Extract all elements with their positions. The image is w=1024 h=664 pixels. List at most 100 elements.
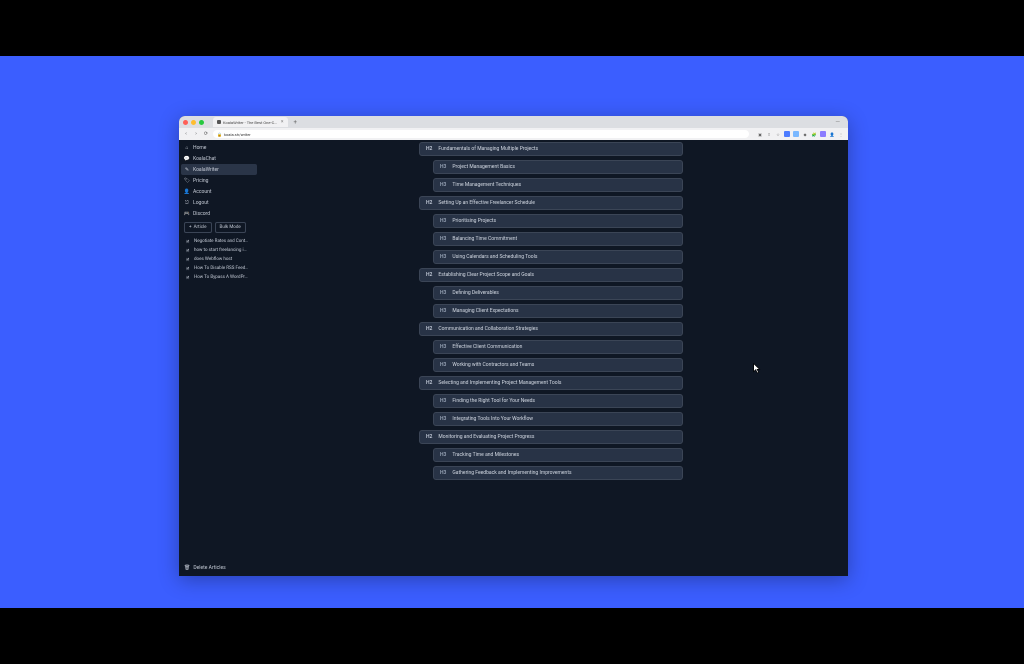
close-tab-icon[interactable]: × bbox=[281, 119, 284, 125]
lock-icon: 🔒 bbox=[217, 132, 222, 137]
trash-icon: 🗑 bbox=[184, 565, 190, 571]
close-window-icon[interactable] bbox=[183, 120, 188, 125]
extension-icon[interactable] bbox=[820, 131, 826, 137]
document-icon: 🗎 bbox=[186, 248, 191, 253]
outline-heading-row[interactable]: H3 Using Calendars and Scheduling Tools bbox=[433, 250, 683, 264]
back-button[interactable]: ‹ bbox=[183, 131, 189, 137]
heading-level-badge: H3 bbox=[440, 218, 446, 224]
article-title: how to start freelancing i… bbox=[194, 248, 247, 253]
browser-toolbar-right: ▣ ⇧ ☆ ◆ 🧩 👤 ⋮ bbox=[757, 131, 844, 137]
outline-heading-row[interactable]: H3Integrating Tools Into Your Workflow bbox=[433, 412, 683, 426]
extensions-menu-icon[interactable]: 🧩 bbox=[811, 131, 817, 137]
sidebar-item-pricing[interactable]: 🏷 Pricing bbox=[181, 175, 257, 186]
bookmark-icon[interactable]: ☆ bbox=[775, 131, 781, 137]
tab-overflow-icon[interactable]: — bbox=[835, 119, 844, 126]
url-field[interactable]: 🔒 koala.sh/writer bbox=[213, 130, 749, 138]
heading-level-badge: H3 bbox=[440, 398, 446, 404]
document-icon: 🗎 bbox=[186, 239, 191, 244]
heading-level-badge: H3 bbox=[440, 344, 446, 350]
minimize-window-icon[interactable] bbox=[191, 120, 196, 125]
sidebar-item-home[interactable]: ⌂ Home bbox=[181, 142, 257, 153]
outline-heading-row[interactable]: H3 Balancing Time Commitment bbox=[433, 232, 683, 246]
maximize-window-icon[interactable] bbox=[199, 120, 204, 125]
chat-icon: 💬 bbox=[184, 156, 190, 162]
heading-text: Effective Client Communication bbox=[452, 344, 522, 350]
delete-articles-button[interactable]: 🗑 Delete Articles bbox=[184, 565, 254, 571]
bulk-mode-button[interactable]: Bulk Mode bbox=[215, 222, 246, 233]
share-icon[interactable]: ⇧ bbox=[766, 131, 772, 137]
window-controls bbox=[183, 120, 204, 125]
sidebar: ⌂ Home 💬 KoalaChat ✎ KoalaWriter 🏷 Prici… bbox=[179, 140, 259, 576]
list-item[interactable]: 🗎 Negotiate Rates and Cont… bbox=[183, 237, 255, 246]
heading-text: Prioritising Projects bbox=[452, 218, 496, 224]
heading-text: Working with Contractors and Teams bbox=[452, 362, 534, 368]
outline-heading-row[interactable]: H3Defining Deliverables bbox=[433, 286, 683, 300]
profile-avatar-icon[interactable]: 👤 bbox=[829, 131, 835, 137]
outline-heading-row[interactable]: H3Project Management Basics bbox=[433, 160, 683, 174]
tab-title: KoalaWriter - The Best One-C… bbox=[223, 120, 277, 125]
outline-heading-row[interactable]: H2Communication and Collaboration Strate… bbox=[419, 322, 683, 336]
outline-heading-row[interactable]: H3Gathering Feedback and Implementing Im… bbox=[433, 466, 683, 480]
heading-text: Establishing Clear Project Scope and Goa… bbox=[438, 272, 534, 278]
tab-favicon-icon bbox=[217, 120, 221, 124]
screenshot-icon[interactable]: ▣ bbox=[757, 131, 763, 137]
articles-list: 🗎 Negotiate Rates and Cont… 🗎 how to sta… bbox=[181, 236, 257, 283]
heading-level-badge: H3 bbox=[440, 416, 446, 422]
sidebar-item-logout[interactable]: ⎋ Logout bbox=[181, 197, 257, 208]
outline-heading-row[interactable]: H3 Prioritising Projects bbox=[433, 214, 683, 228]
sidebar-item-label: Logout bbox=[193, 200, 209, 206]
heading-text: Project Management Basics bbox=[452, 164, 515, 170]
document-icon: 🗎 bbox=[186, 266, 191, 271]
sidebar-item-koalawriter[interactable]: ✎ KoalaWriter bbox=[181, 164, 257, 175]
heading-level-badge: H2 bbox=[426, 326, 432, 332]
list-item[interactable]: 🗎 How To Bypass A WordPr… bbox=[183, 273, 255, 282]
button-label: Bulk Mode bbox=[220, 225, 241, 230]
outline-heading-row[interactable]: H3 Effective Client Communication bbox=[433, 340, 683, 354]
heading-text: Fundamentals of Managing Multiple Projec… bbox=[438, 146, 538, 152]
new-article-button[interactable]: + Article bbox=[184, 222, 212, 233]
extension-icon[interactable] bbox=[784, 131, 790, 137]
heading-text: Selecting and Implementing Project Manag… bbox=[438, 380, 561, 386]
forward-button[interactable]: › bbox=[193, 131, 199, 137]
outline-heading-row[interactable]: H2Setting Up an Effective Freelancer Sch… bbox=[419, 196, 683, 210]
heading-text: Using Calendars and Scheduling Tools bbox=[452, 254, 537, 260]
heading-text: Balancing Time Commitment bbox=[452, 236, 517, 242]
list-item[interactable]: 🗎 how to start freelancing i… bbox=[183, 246, 255, 255]
outline-heading-row[interactable]: H2Fundamentals of Managing Multiple Proj… bbox=[419, 142, 683, 156]
sidebar-item-discord[interactable]: 🎮 Discord bbox=[181, 208, 257, 219]
outline-heading-row[interactable]: H3Time Management Techniques bbox=[433, 178, 683, 192]
outline-heading-row[interactable]: H2Establishing Clear Project Scope and G… bbox=[419, 268, 683, 282]
heading-level-badge: H3 bbox=[440, 236, 446, 242]
list-item[interactable]: 🗎 does Webflow host bbox=[183, 255, 255, 264]
app-body: ⌂ Home 💬 KoalaChat ✎ KoalaWriter 🏷 Prici… bbox=[179, 140, 848, 576]
heading-level-badge: H2 bbox=[426, 200, 432, 206]
outline-heading-row[interactable]: H3Managing Client Expectations bbox=[433, 304, 683, 318]
reload-button[interactable]: ⟳ bbox=[203, 131, 209, 137]
sidebar-item-account[interactable]: 👤 Account bbox=[181, 186, 257, 197]
sidebar-footer: 🗑 Delete Articles bbox=[181, 562, 257, 574]
heading-level-badge: H3 bbox=[440, 254, 446, 260]
heading-level-badge: H2 bbox=[426, 434, 432, 440]
sidebar-item-label: KoalaChat bbox=[193, 156, 216, 162]
outline-heading-row[interactable]: H3Working with Contractors and Teams bbox=[433, 358, 683, 372]
article-title: Negotiate Rates and Cont… bbox=[194, 239, 248, 244]
new-tab-button[interactable]: + bbox=[294, 119, 297, 126]
list-item[interactable]: 🗎 How To Disable RSS Feed… bbox=[183, 264, 255, 273]
browser-tab[interactable]: KoalaWriter - The Best One-C… × bbox=[213, 117, 288, 127]
outline-heading-row[interactable]: H3Tracking Time and Milestones bbox=[433, 448, 683, 462]
sidebar-item-label: Home bbox=[193, 145, 206, 151]
heading-text: Defining Deliverables bbox=[452, 290, 498, 296]
article-title: How To Bypass A WordPr… bbox=[194, 275, 248, 280]
sidebar-item-label: Account bbox=[193, 189, 212, 195]
extension-icon[interactable] bbox=[793, 131, 799, 137]
sidebar-item-label: KoalaWriter bbox=[193, 167, 219, 173]
outline-heading-row[interactable]: H2Monitoring and Evaluating Project Prog… bbox=[419, 430, 683, 444]
extension-icon[interactable]: ◆ bbox=[802, 131, 808, 137]
outline-heading-row[interactable]: H3Finding the Right Tool for Your Needs bbox=[433, 394, 683, 408]
heading-text: Gathering Feedback and Implementing Impr… bbox=[452, 470, 571, 476]
sidebar-actions: + Article Bulk Mode bbox=[181, 219, 257, 236]
outline-heading-row[interactable]: H2Selecting and Implementing Project Man… bbox=[419, 376, 683, 390]
sidebar-item-koalachat[interactable]: 💬 KoalaChat bbox=[181, 153, 257, 164]
pen-icon: ✎ bbox=[184, 167, 190, 173]
browser-menu-icon[interactable]: ⋮ bbox=[838, 131, 844, 137]
